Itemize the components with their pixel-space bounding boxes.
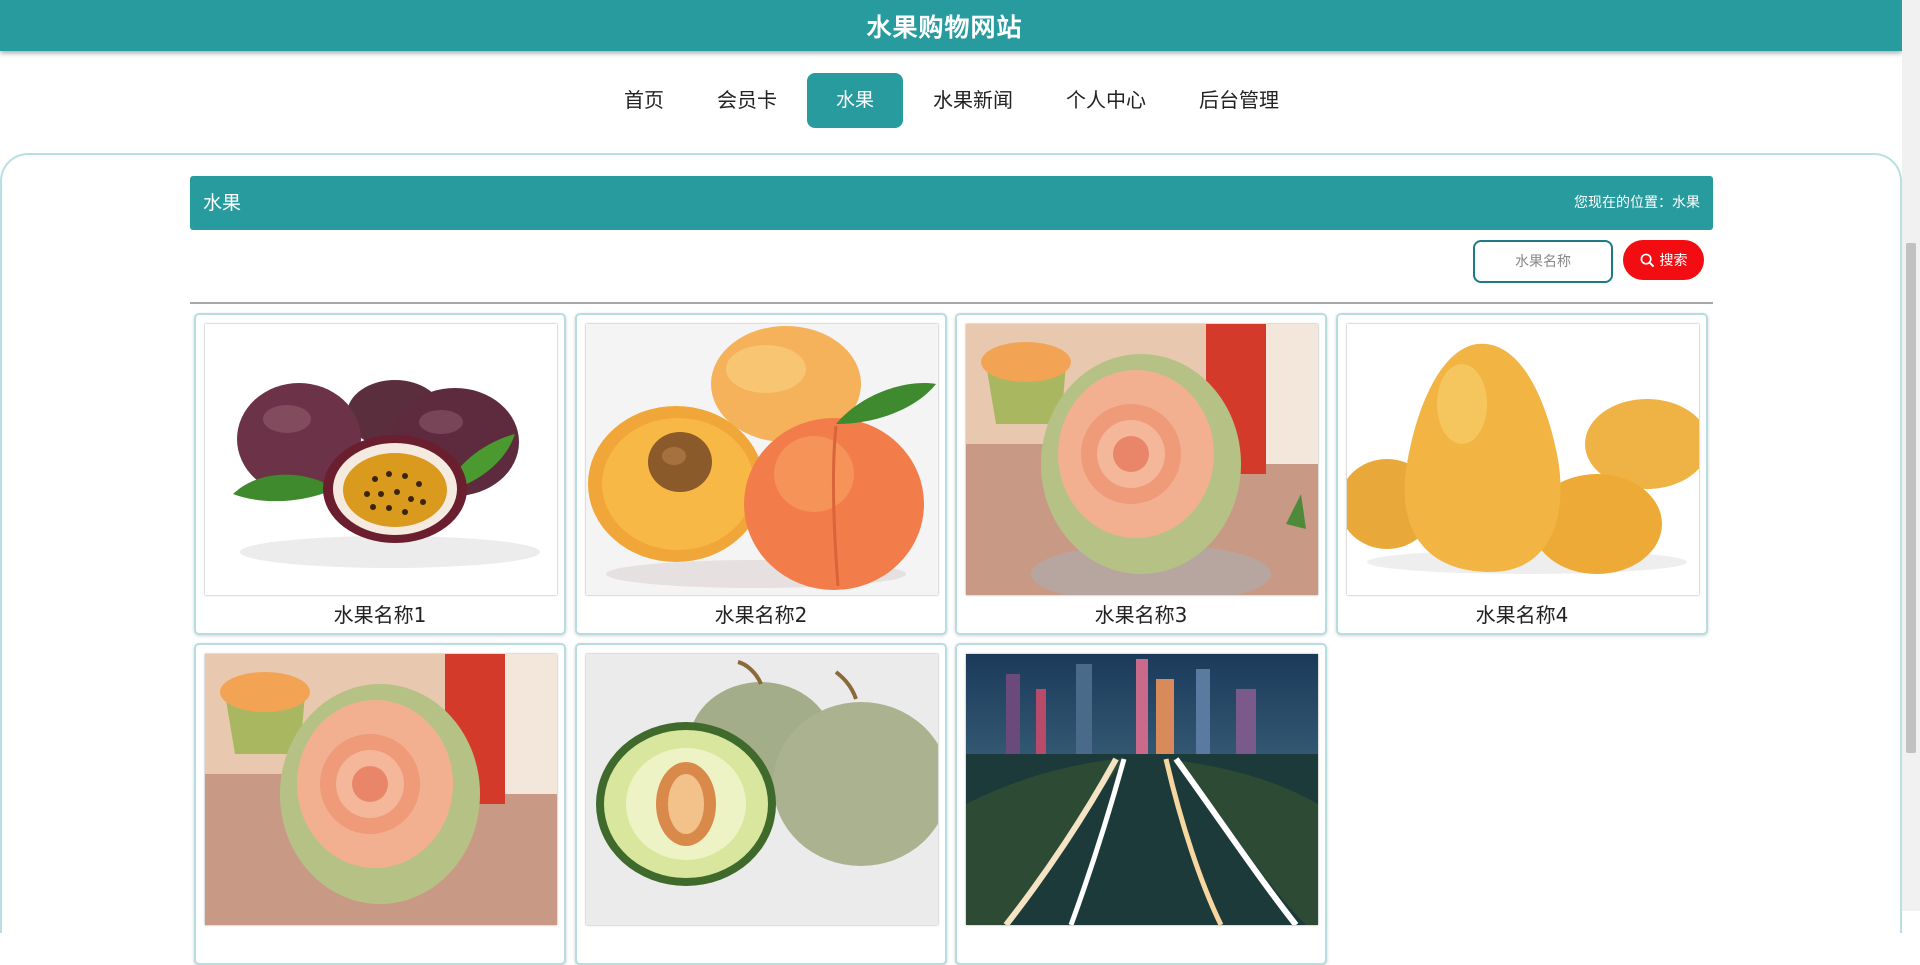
product-name[interactable]: 水果名称2 — [577, 599, 945, 628]
nav-item-fruit-news[interactable]: 水果新闻 — [932, 73, 1014, 128]
apricot-image — [586, 324, 938, 595]
product-image[interactable] — [966, 654, 1318, 925]
main-nav: 首页 会员卡 水果 水果新闻 个人中心 后台管理 — [0, 73, 1902, 128]
product-image[interactable] — [205, 324, 557, 595]
nav-item-fruit[interactable]: 水果 — [807, 73, 903, 128]
product-image[interactable] — [586, 324, 938, 595]
product-image[interactable] — [586, 654, 938, 925]
product-card[interactable]: 水果名称3 — [955, 313, 1327, 635]
nav-item-user-center[interactable]: 个人中心 — [1065, 73, 1147, 128]
product-name[interactable]: 水果名称4 — [1338, 599, 1706, 628]
page-scrollbar[interactable] — [1902, 0, 1920, 911]
mango-image — [1347, 324, 1699, 595]
nav-item-admin[interactable]: 后台管理 — [1197, 73, 1281, 128]
section-header: 水果 您现在的位置：水果 — [190, 176, 1713, 230]
product-name[interactable]: 水果名称3 — [957, 599, 1325, 628]
search-button[interactable]: 搜索 — [1623, 240, 1704, 280]
breadcrumb: 您现在的位置：水果 — [1574, 195, 1700, 211]
product-card[interactable] — [955, 643, 1327, 965]
nav-item-home[interactable]: 首页 — [622, 73, 666, 128]
search-icon — [1640, 253, 1654, 267]
site-header: 水果购物网站 — [0, 0, 1902, 51]
passion-fruit-image — [205, 324, 557, 595]
city-night-image — [966, 654, 1318, 925]
cantaloupe-image — [586, 654, 938, 925]
search-button-label: 搜索 — [1659, 253, 1688, 269]
product-card[interactable]: 水果名称4 — [1336, 313, 1708, 635]
product-image[interactable] — [205, 654, 557, 925]
search-input[interactable] — [1473, 240, 1613, 283]
product-card[interactable] — [575, 643, 947, 965]
section-title: 水果 — [203, 192, 242, 214]
product-image[interactable] — [966, 324, 1318, 595]
product-card[interactable]: 水果名称2 — [575, 313, 947, 635]
product-name[interactable]: 水果名称1 — [196, 599, 564, 628]
carved-watermelon-image — [966, 324, 1318, 595]
scrollbar-thumb[interactable] — [1906, 243, 1916, 753]
product-card[interactable]: 水果名称1 — [194, 313, 566, 635]
divider — [190, 302, 1713, 304]
carved-watermelon-image — [205, 654, 557, 925]
site-title: 水果购物网站 — [866, 12, 1023, 42]
nav-item-member-card[interactable]: 会员卡 — [717, 73, 777, 128]
product-image[interactable] — [1347, 324, 1699, 595]
product-card[interactable] — [194, 643, 566, 965]
